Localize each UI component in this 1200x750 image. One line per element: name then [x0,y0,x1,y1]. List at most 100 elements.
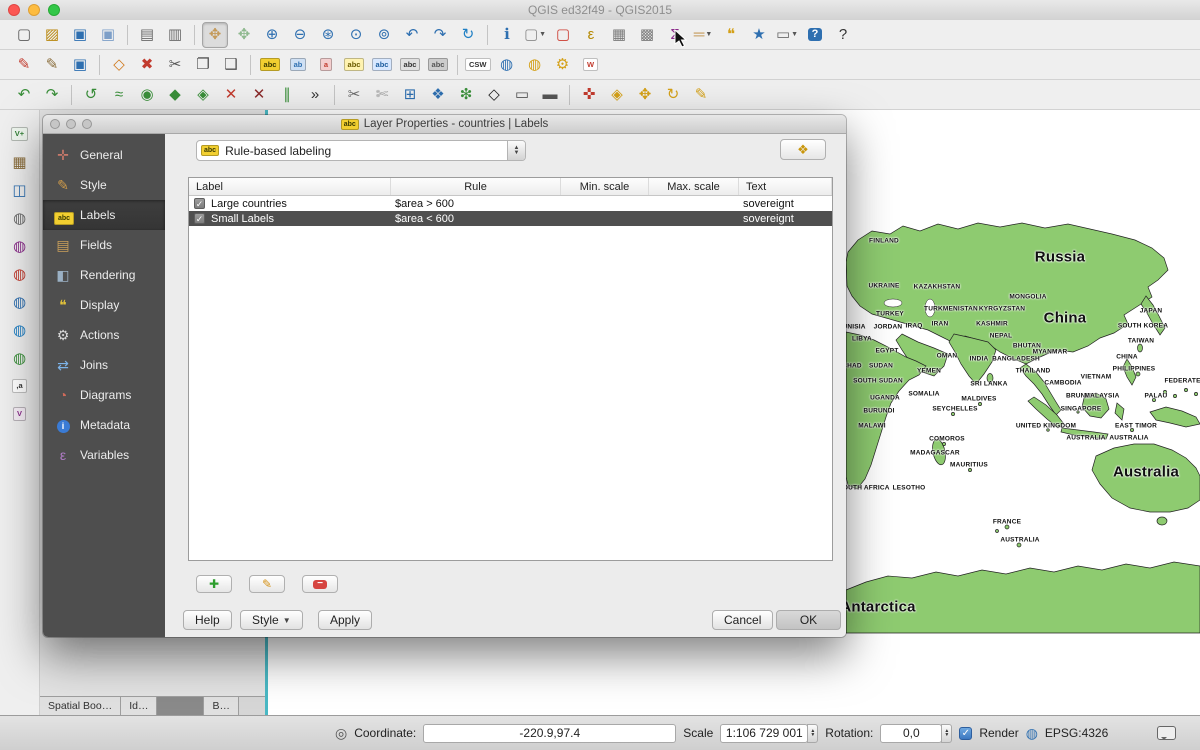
run-feature-action-button[interactable]: ❇ [454,83,478,107]
composer-manager-button[interactable]: ▥ [163,23,187,47]
form-annotation-button[interactable]: ▬ [538,83,562,107]
rotation-input[interactable]: 0,0 [880,724,942,743]
pin-labels-button[interactable]: ✜ [577,83,601,107]
move-label-button[interactable]: abc [342,53,366,77]
cut-features-button[interactable]: ✂ [163,53,187,77]
minimize-window-button[interactable] [28,4,40,16]
rule-row[interactable]: ✓Large countries$area > 600sovereignt [189,196,832,211]
map-tips-button[interactable]: ❝ [719,23,743,47]
abc-blue-label-button[interactable]: ab [286,53,310,77]
wkt-button[interactable]: W [579,53,603,77]
new-project-button[interactable]: ▢ [12,23,36,47]
rectangle-annotation-button[interactable]: ▭ [510,83,534,107]
abc-red-label-button[interactable]: a [314,53,338,77]
sidebar-item-general[interactable]: ✛General [43,140,165,170]
whats-this-button[interactable]: ? [831,23,855,47]
sidebar-item-display[interactable]: ❝Display [43,290,165,320]
labeling-mode-dropdown[interactable]: abc Rule-based labeling ▲▼ [196,140,526,161]
add-rule-button[interactable]: ✚ [196,575,232,593]
csw-search-button[interactable]: CSW [465,53,491,77]
dialog-titlebar[interactable]: abc Layer Properties - countries | Label… [43,115,846,134]
sidebar-item-style[interactable]: ✎Style [43,170,165,200]
sidebar-item-labels[interactable]: abcLabels [43,200,165,230]
rule-checkbox[interactable]: ✓ [194,198,205,209]
label-properties-button[interactable]: abc [426,53,450,77]
merge-features-button[interactable]: ⊞ [398,83,422,107]
new-shapefile-layer-button[interactable]: V [8,402,32,426]
panel-tab-spatialboo[interactable]: Spatial Boo… [40,697,121,715]
dialog-close-button[interactable] [50,119,60,129]
help-contents-button[interactable]: ? [803,23,827,47]
add-ring-button[interactable]: ◉ [135,83,159,107]
layer-labeling-button[interactable]: abc [258,53,282,77]
cancel-button[interactable]: Cancel [712,610,773,630]
zoom-in-button[interactable]: ⊕ [260,23,284,47]
sidebar-item-joins[interactable]: ⇄Joins [43,350,165,380]
add-postgis-layer-button[interactable]: ◫ [8,178,32,202]
simplify-feature-button[interactable]: ≈ [107,83,131,107]
zoom-out-button[interactable]: ⊖ [288,23,312,47]
change-label-button[interactable]: abc [398,53,422,77]
column-header-min-scale[interactable]: Min. scale [561,178,649,195]
add-wms-layer-button[interactable]: ◍ [8,290,32,314]
mouse-position-icon[interactable]: ◎ [335,726,347,740]
ok-button[interactable]: OK [776,610,841,630]
render-checkbox[interactable]: ✓ [959,727,972,740]
copy-features-button[interactable]: ❐ [191,53,215,77]
add-wcs-layer-button[interactable]: ◍ [8,318,32,342]
epsg-label[interactable]: EPSG:4326 [1045,726,1108,740]
undo-button[interactable]: ↶ [12,83,36,107]
column-header-rule[interactable]: Rule [391,178,561,195]
sidebar-item-metadata[interactable]: iMetadata [43,410,165,440]
paste-features-button[interactable]: ❑ [219,53,243,77]
zoom-next-button[interactable]: ↷ [428,23,452,47]
automated-placement-settings-button[interactable]: ❖ [780,139,826,160]
change-label-properties-button[interactable]: ✎ [689,83,713,107]
pan-to-selection-button[interactable]: ✥ [232,23,256,47]
sidebar-item-fields[interactable]: ▤Fields [43,230,165,260]
rotation-stepper[interactable]: ▲▼ [941,724,952,743]
column-header-label[interactable]: Label [189,178,391,195]
dialog-zoom-button[interactable] [82,119,92,129]
dialog-minimize-button[interactable] [66,119,76,129]
offset-curve-button[interactable]: ∥ [275,83,299,107]
new-bookmark-button[interactable]: ★ [747,23,771,47]
apply-button[interactable]: Apply [318,610,372,630]
rotate-point-symbols-button[interactable]: ❖ [426,83,450,107]
add-vector-layer-button[interactable]: V+ [8,122,32,146]
select-by-expression-button[interactable]: ε [579,23,603,47]
coordinate-input[interactable]: -220.9,97.4 [423,724,676,743]
processing-gear-button[interactable]: ⚙ [551,53,575,77]
add-mssql-layer-button[interactable]: ◍ [8,234,32,258]
column-header-text[interactable]: Text [739,178,832,195]
deselect-features-button[interactable]: ▢ [551,23,575,47]
remove-rule-button[interactable]: − [302,575,338,593]
edit-rule-button[interactable]: ✎ [249,575,285,593]
toggle-editing-button[interactable]: ✎ [40,53,64,77]
zoom-to-layer-button[interactable]: ⊚ [372,23,396,47]
add-part-button[interactable]: ◆ [163,83,187,107]
rule-checkbox[interactable]: ✓ [194,213,205,224]
rotate-label-button[interactable]: abc [370,53,394,77]
save-project-button[interactable]: ▣ [68,23,92,47]
close-window-button[interactable] [8,4,20,16]
style-menu-button[interactable]: Style▼ [240,610,303,630]
rotate-feature-button[interactable]: ↺ [79,83,103,107]
sidebar-item-actions[interactable]: ⚙Actions [43,320,165,350]
open-attribute-table-button[interactable]: ▦ [607,23,631,47]
add-delimited-text-button[interactable]: ,a [8,374,32,398]
field-calculator-button[interactable]: ▩ [635,23,659,47]
help-button[interactable]: Help [183,610,232,630]
identify-features-button[interactable]: ℹ [495,23,519,47]
node-tool-button[interactable]: ◇ [107,53,131,77]
vertex-marker-button[interactable]: ◇ [482,83,506,107]
zoom-to-selection-button[interactable]: ⊙ [344,23,368,47]
zoom-full-button[interactable]: ⊛ [316,23,340,47]
metasearch-globe-button[interactable]: ◍ [495,53,519,77]
panel-tab-id[interactable]: Id… [121,697,157,715]
delete-ring-button[interactable]: ✕ [219,83,243,107]
column-header-max-scale[interactable]: Max. scale [649,178,739,195]
sidebar-item-rendering[interactable]: ◧Rendering [43,260,165,290]
split-features-button[interactable]: ✂ [342,83,366,107]
fill-ring-button[interactable]: ◈ [191,83,215,107]
